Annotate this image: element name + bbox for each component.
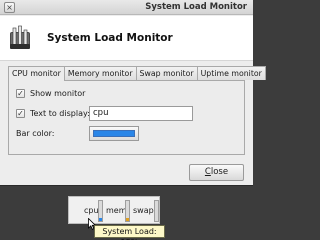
settings-window: × System Load Monitor System Load Monito… (0, 0, 266, 186)
show-monitor-row: ✓ Show monitor (16, 89, 85, 98)
tab-cpu-monitor[interactable]: CPU monitor (8, 66, 65, 81)
mem-meter-fill (126, 218, 129, 221)
bar-color-swatch (93, 130, 135, 137)
cpu-meter-label: cpu (84, 206, 99, 215)
window-title: System Load Monitor (145, 2, 247, 12)
text-display-row: ✓ Text to display: (16, 109, 90, 118)
title-bar: × System Load Monitor (0, 0, 253, 15)
text-display-input[interactable]: cpu (89, 106, 193, 121)
close-button[interactable]: Close (189, 164, 244, 181)
system-load-applet[interactable]: cpu mem swap (68, 196, 160, 224)
dialog-header: System Load Monitor (0, 16, 253, 61)
text-display-label: Text to display: (30, 109, 90, 118)
bar-color-button[interactable] (89, 126, 139, 141)
cpu-meter-bar (98, 200, 103, 222)
tab-uptime-monitor[interactable]: Uptime monitor (196, 66, 266, 80)
show-monitor-checkbox[interactable]: ✓ (16, 89, 25, 98)
mem-meter-label: mem (106, 206, 127, 215)
tab-memory-monitor[interactable]: Memory monitor (63, 66, 137, 80)
close-button-label: lose (210, 167, 229, 177)
cpu-monitor-panel: ✓ Show monitor ✓ Text to display: cpu Ba… (8, 80, 245, 155)
show-monitor-label: Show monitor (30, 89, 86, 98)
close-window-icon[interactable]: × (4, 2, 15, 13)
text-display-checkbox[interactable]: ✓ (16, 109, 25, 118)
bar-color-label: Bar color: (16, 129, 55, 138)
load-tooltip: System Load: 15% (94, 225, 165, 240)
tab-bar: CPU monitor Memory monitor Swap monitor … (8, 66, 266, 81)
tab-swap-monitor[interactable]: Swap monitor (135, 66, 198, 80)
bar-color-row: Bar color: (16, 129, 54, 138)
swap-meter-bar (154, 200, 159, 222)
mem-meter-bar (125, 200, 130, 222)
cpu-meter-fill (99, 218, 102, 221)
system-monitor-icon (10, 25, 30, 49)
swap-meter-label: swap (133, 206, 154, 215)
dialog-title: System Load Monitor (47, 32, 173, 44)
